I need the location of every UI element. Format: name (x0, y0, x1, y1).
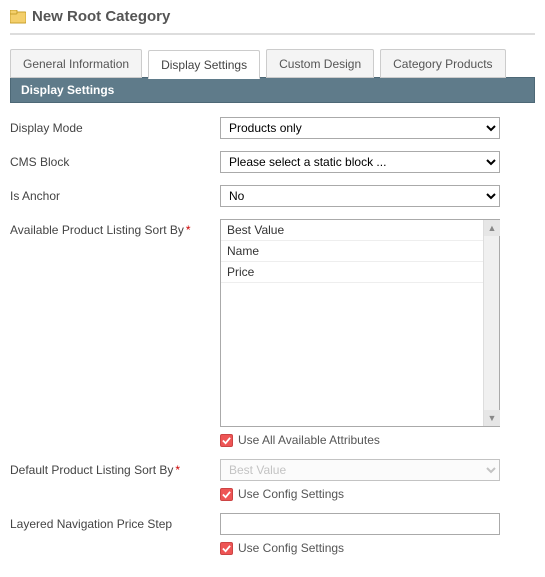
option-name[interactable]: Name (221, 241, 499, 262)
tab-display-settings[interactable]: Display Settings (148, 50, 260, 79)
section-header: Display Settings (10, 77, 535, 103)
label-available-sort-text: Available Product Listing Sort By (10, 223, 184, 237)
required-asterisk: * (175, 463, 180, 477)
tab-bar: General Information Display Settings Cus… (0, 49, 545, 78)
label-available-sort: Available Product Listing Sort By* (10, 219, 220, 237)
page-header: New Root Category (0, 0, 545, 31)
input-price-step[interactable] (220, 513, 500, 535)
tab-category-products[interactable]: Category Products (380, 49, 505, 78)
label-default-sort: Default Product Listing Sort By* (10, 459, 220, 477)
row-available-sort: Available Product Listing Sort By* Best … (10, 219, 535, 447)
option-price[interactable]: Price (221, 262, 499, 283)
row-display-mode: Display Mode Products only (10, 117, 535, 139)
select-cms-block[interactable]: Please select a static block ... (220, 151, 500, 173)
label-price-step: Layered Navigation Price Step (10, 513, 220, 531)
checkbox-price-step-use-config-label[interactable]: Use Config Settings (238, 541, 344, 555)
scroll-up-icon[interactable]: ▲ (484, 220, 500, 236)
folder-icon (10, 10, 26, 24)
tab-custom-design[interactable]: Custom Design (266, 49, 374, 78)
checkbox-price-step-use-config[interactable] (220, 542, 233, 555)
checkbox-default-sort-use-config[interactable] (220, 488, 233, 501)
checkbox-use-all-attributes[interactable] (220, 434, 233, 447)
label-display-mode: Display Mode (10, 117, 220, 135)
label-is-anchor: Is Anchor (10, 185, 220, 203)
checkbox-use-all-attributes-label[interactable]: Use All Available Attributes (238, 433, 380, 447)
row-price-step: Layered Navigation Price Step Use Config… (10, 513, 535, 555)
multiselect-available-sort[interactable]: Best Value Name Price ▲ ▼ (220, 219, 500, 427)
tab-general-information[interactable]: General Information (10, 49, 142, 78)
row-default-sort: Default Product Listing Sort By* Best Va… (10, 459, 535, 501)
label-default-sort-text: Default Product Listing Sort By (10, 463, 173, 477)
page-title: New Root Category (32, 8, 170, 25)
row-cms-block: CMS Block Please select a static block .… (10, 151, 535, 173)
scroll-down-icon[interactable]: ▼ (484, 410, 500, 426)
required-asterisk: * (186, 223, 191, 237)
option-best-value[interactable]: Best Value (221, 220, 499, 241)
scrollbar[interactable]: ▲ ▼ (483, 220, 499, 426)
form-area: Display Mode Products only CMS Block Ple… (0, 103, 545, 577)
divider (10, 33, 535, 35)
checkbox-default-sort-use-config-label[interactable]: Use Config Settings (238, 487, 344, 501)
select-is-anchor[interactable]: No (220, 185, 500, 207)
row-is-anchor: Is Anchor No (10, 185, 535, 207)
select-display-mode[interactable]: Products only (220, 117, 500, 139)
label-cms-block: CMS Block (10, 151, 220, 169)
select-default-sort[interactable]: Best Value (220, 459, 500, 481)
